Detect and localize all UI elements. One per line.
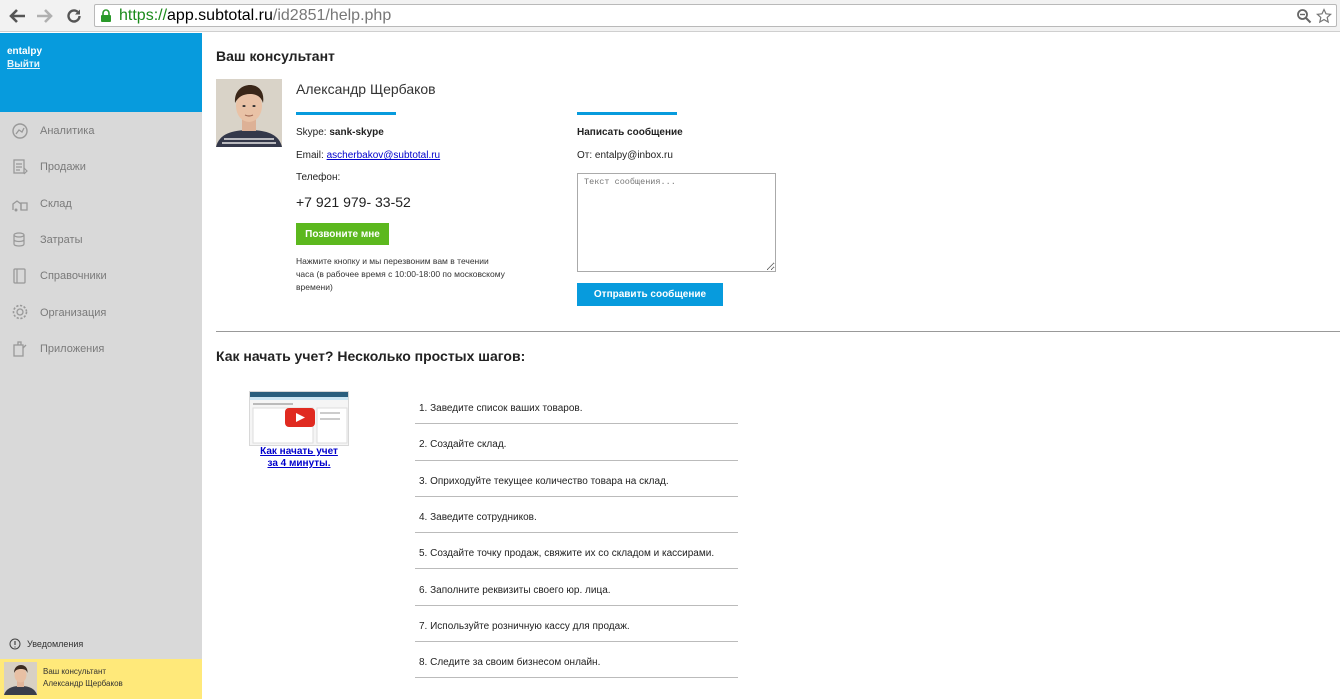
list-item: 3. Оприходуйте текущее количество товара… [415,461,738,497]
back-arrow-icon [9,9,25,23]
skype-label: Skype: [296,127,327,138]
consultant-widget-name: Александр Щербаков [43,679,123,688]
logout-link[interactable]: Выйти [7,59,40,70]
reload-button[interactable] [63,5,85,27]
email-line: Email: ascherbakov@subtotal.ru [296,150,440,161]
divider [577,112,677,115]
message-heading-text: Написать сообщение [577,127,683,138]
sales-icon [13,159,28,175]
send-message-button[interactable]: Отправить сообщение [577,283,723,306]
video-thumbnail[interactable] [249,391,349,446]
forward-arrow-icon [37,9,53,23]
steps-list: 1. Заведите список ваших товаров. 2. Соз… [415,388,738,679]
url-text: https://app.subtotal.ru/id2851/help.php [119,6,391,26]
video-link[interactable]: Как начать учет за 4 минуты. [249,446,349,470]
sidebar-item-label: Затраты [40,234,83,247]
message-heading: Написать сообщение [577,127,683,138]
bookmark-star-icon[interactable] [1316,8,1332,24]
page-title: Ваш консультант [216,48,335,64]
list-item: 2. Создайте склад. [415,424,738,461]
sidebar-item-label: Организация [40,306,107,319]
consultant-photo [216,79,282,147]
sidebar-item-apps[interactable]: Приложения [0,331,202,367]
getting-started-title: Как начать учет? Несколько простых шагов… [216,348,526,364]
section-divider [216,331,1340,332]
zoom-icon[interactable] [1296,8,1312,24]
phone-label: Телефон: [296,172,341,183]
list-item: 7. Используйте розничную кассу для прода… [415,606,738,643]
video-link-line1: Как начать учет [260,446,338,457]
sidebar-item-references[interactable]: Справочники [0,258,202,294]
back-button[interactable] [6,5,28,27]
info-icon [9,638,21,650]
analytics-icon [12,123,28,139]
video-preview-image [250,392,348,445]
notifications-label: Уведомления [27,639,84,649]
list-item: 6. Заполните реквизиты своего юр. лица. [415,569,738,606]
sidebar-item-warehouse[interactable]: Склад [0,186,202,222]
sidebar-item-label: Приложения [40,342,105,355]
sidebar-item-sales[interactable]: Продажи [0,149,202,185]
sidebar-item-label: Аналитика [40,125,95,138]
address-bar[interactable]: https://app.subtotal.ru/id2851/help.php [94,4,1337,27]
notifications-link[interactable]: Уведомления [9,638,83,650]
url-path: /id2851/help.php [272,7,392,24]
skype-value: sank-skype [329,127,384,138]
sidebar-item-analytics[interactable]: Аналитика [0,113,202,149]
gear-icon [12,305,28,320]
forward-button[interactable] [34,5,56,27]
call-note: Нажмите кнопку и мы перезвоним вам в теч… [296,256,505,292]
consultant-widget-title: Ваш консультант [43,667,107,676]
lock-icon [101,9,111,22]
sidebar-item-label: Справочники [40,270,107,283]
expenses-icon [13,232,25,247]
reference-book-icon [13,268,26,284]
consultant-avatar [4,662,37,695]
main-content: Ваш консультант Александр Щербаков Skype… [202,33,1340,699]
sidebar-item-label: Склад [40,197,72,210]
email-link[interactable]: ascherbakov@subtotal.ru [327,150,441,161]
message-from-line: От: entalpy@inbox.ru [577,150,673,161]
list-item: 5. Создайте точку продаж, свяжите их со … [415,533,738,570]
message-textarea[interactable] [577,173,776,272]
call-me-button[interactable]: Позвоните мне [296,223,389,245]
user-name: entalpy [7,46,43,57]
list-item: 8. Следите за своим бизнесом онлайн. [415,642,738,679]
list-item: 1. Заведите список ваших товаров. [415,388,738,425]
from-value: entalpy@inbox.ru [594,150,673,161]
skype-line: Skype: sank-skype [296,127,384,138]
sidebar-item-organization[interactable]: Организация [0,294,202,330]
phone-number: +7 921 979- 33-52 [296,194,411,210]
url-protocol: https:// [119,7,168,24]
reload-icon [67,9,81,23]
apps-icon [13,341,27,357]
browser-toolbar: https://app.subtotal.ru/id2851/help.php [0,0,1340,32]
video-link-line2: за 4 минуты. [267,458,331,469]
warehouse-icon [12,199,28,212]
consultant-name: Александр Щербаков [296,81,436,97]
user-panel: entalpy Выйти [0,33,202,112]
url-host: app.subtotal.ru [167,7,273,24]
list-item: 4. Заведите сотрудников. [415,497,738,534]
sidebar-menu: Аналитика Продажи Склад Затраты Справочн… [0,113,202,367]
consultant-widget[interactable]: Ваш консультант Александр Щербаков [0,659,202,699]
email-label: Email: [296,150,324,161]
sidebar: entalpy Выйти Аналитика Продажи Склад За… [0,33,202,699]
divider [296,112,396,115]
sidebar-item-expenses[interactable]: Затраты [0,222,202,258]
from-label: От: [577,150,593,161]
sidebar-item-label: Продажи [40,161,86,174]
